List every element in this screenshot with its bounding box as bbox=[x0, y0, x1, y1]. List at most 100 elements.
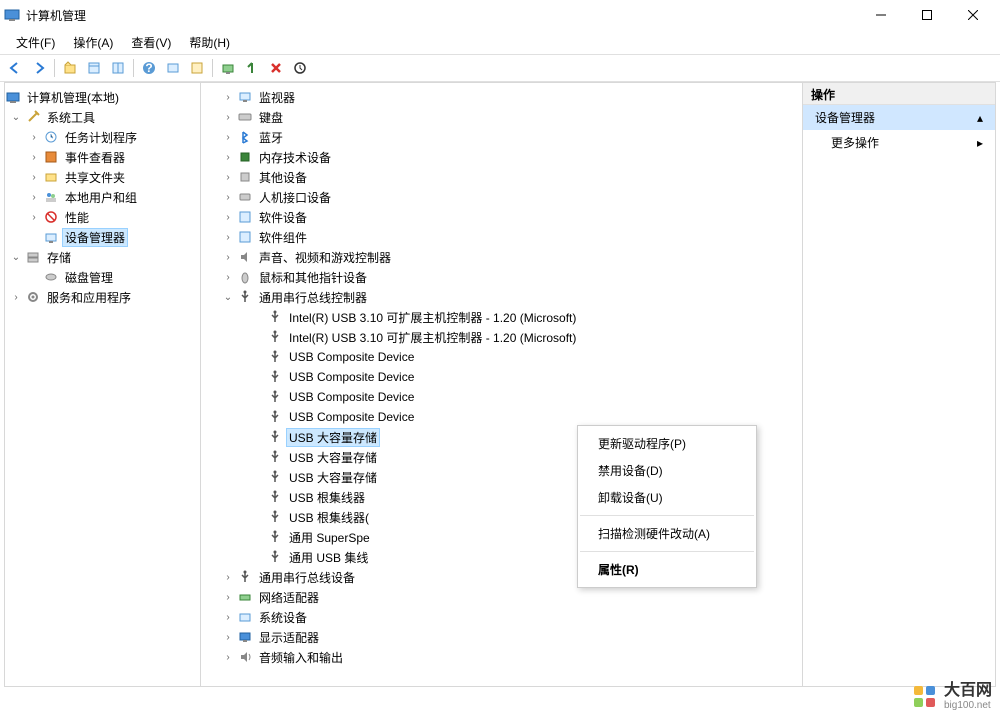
titlebar: 计算机管理 bbox=[0, 0, 1000, 30]
performance-node[interactable]: › 性能 bbox=[5, 207, 200, 227]
expander-icon[interactable]: ⌄ bbox=[9, 250, 23, 264]
device-mouse[interactable]: ›鼠标和其他指针设备 bbox=[201, 267, 802, 287]
menu-action[interactable]: 操作(A) bbox=[65, 31, 121, 54]
actions-more[interactable]: 更多操作 ▸ bbox=[803, 130, 995, 155]
actions-device-manager[interactable]: 设备管理器 ▴ bbox=[803, 105, 995, 130]
device-usb_comp1[interactable]: ·USB Composite Device bbox=[201, 347, 802, 367]
expander-icon[interactable]: ⌄ bbox=[9, 110, 23, 124]
scan-button[interactable] bbox=[217, 57, 239, 79]
expander-icon[interactable]: ⌄ bbox=[221, 290, 235, 304]
expander-icon[interactable]: › bbox=[221, 230, 235, 244]
minimize-button[interactable] bbox=[858, 0, 904, 30]
event-viewer-node[interactable]: › 事件查看器 bbox=[5, 147, 200, 167]
expander-icon[interactable]: › bbox=[221, 150, 235, 164]
menu-file[interactable]: 文件(F) bbox=[8, 31, 63, 54]
device-display[interactable]: ›显示适配器 bbox=[201, 627, 802, 647]
expander-icon[interactable]: › bbox=[221, 210, 235, 224]
computer-icon bbox=[5, 89, 21, 105]
toolbar-icon-b[interactable] bbox=[186, 57, 208, 79]
sound-icon bbox=[237, 249, 253, 265]
device-audio_io[interactable]: ›音频输入和输出 bbox=[201, 647, 802, 667]
expander-icon[interactable]: › bbox=[221, 250, 235, 264]
storage-node[interactable]: ⌄ 存储 bbox=[5, 247, 200, 267]
device-network[interactable]: ›网络适配器 bbox=[201, 587, 802, 607]
ctx-separator bbox=[580, 551, 754, 552]
device-memory[interactable]: ›内存技术设备 bbox=[201, 147, 802, 167]
expander-icon[interactable]: › bbox=[221, 630, 235, 644]
disk-management-node[interactable]: 磁盘管理 bbox=[5, 267, 200, 287]
list-button[interactable] bbox=[107, 57, 129, 79]
device-manager-node[interactable]: 设备管理器 bbox=[5, 227, 200, 247]
device-sound[interactable]: ›声音、视频和游戏控制器 bbox=[201, 247, 802, 267]
expander-icon[interactable]: › bbox=[27, 190, 41, 204]
performance-icon bbox=[43, 209, 59, 225]
device-tree[interactable]: ›监视器›键盘›蓝牙›内存技术设备›其他设备›人机接口设备›软件设备›软件组件›… bbox=[201, 83, 803, 686]
device-usb_ctrl[interactable]: ⌄通用串行总线控制器 bbox=[201, 287, 802, 307]
expander-icon[interactable]: › bbox=[221, 130, 235, 144]
refresh-button[interactable] bbox=[289, 57, 311, 79]
device-usb_intel1[interactable]: ·Intel(R) USB 3.10 可扩展主机控制器 - 1.20 (Micr… bbox=[201, 307, 802, 327]
device-bluetooth[interactable]: ›蓝牙 bbox=[201, 127, 802, 147]
expander-icon[interactable]: › bbox=[221, 90, 235, 104]
expander-icon[interactable]: › bbox=[221, 170, 235, 184]
expander-icon[interactable]: › bbox=[221, 590, 235, 604]
usb-icon bbox=[267, 449, 283, 465]
device-software_comp[interactable]: ›软件组件 bbox=[201, 227, 802, 247]
sys-icon bbox=[237, 609, 253, 625]
ctx-update-driver[interactable]: 更新驱动程序(P) bbox=[578, 430, 756, 457]
console-tree[interactable]: 计算机管理(本地) ⌄ 系统工具 › 任务计划程序 › 事件查看器 › 共享文件… bbox=[5, 83, 201, 686]
expander-icon[interactable]: › bbox=[27, 170, 41, 184]
maximize-button[interactable] bbox=[904, 0, 950, 30]
ctx-uninstall-device[interactable]: 卸载设备(U) bbox=[578, 484, 756, 511]
menubar: 文件(F) 操作(A) 查看(V) 帮助(H) bbox=[0, 30, 1000, 54]
actions-header: 操作 bbox=[803, 83, 995, 105]
close-button[interactable] bbox=[950, 0, 996, 30]
device-usb_comp2[interactable]: ·USB Composite Device bbox=[201, 367, 802, 387]
expander-icon[interactable]: › bbox=[221, 190, 235, 204]
ctx-disable-device[interactable]: 禁用设备(D) bbox=[578, 457, 756, 484]
device-software_dev[interactable]: ›软件设备 bbox=[201, 207, 802, 227]
expander-icon[interactable]: › bbox=[221, 110, 235, 124]
enable-button[interactable] bbox=[241, 57, 263, 79]
usb-icon bbox=[237, 569, 253, 585]
expander-icon[interactable]: › bbox=[221, 650, 235, 664]
app-icon bbox=[4, 7, 20, 23]
help-button[interactable]: ? bbox=[138, 57, 160, 79]
svg-text:?: ? bbox=[145, 61, 152, 75]
expander-icon[interactable]: › bbox=[221, 610, 235, 624]
device-keyboard[interactable]: ›键盘 bbox=[201, 107, 802, 127]
usb-icon bbox=[237, 289, 253, 305]
properties-button[interactable] bbox=[83, 57, 105, 79]
ctx-scan-hardware[interactable]: 扫描检测硬件改动(A) bbox=[578, 520, 756, 547]
menu-view[interactable]: 查看(V) bbox=[123, 31, 179, 54]
up-button[interactable] bbox=[59, 57, 81, 79]
expander-icon[interactable]: › bbox=[9, 290, 23, 304]
device-system[interactable]: ›系统设备 bbox=[201, 607, 802, 627]
device-usb_intel2[interactable]: ·Intel(R) USB 3.10 可扩展主机控制器 - 1.20 (Micr… bbox=[201, 327, 802, 347]
back-button[interactable] bbox=[4, 57, 26, 79]
disable-button[interactable] bbox=[265, 57, 287, 79]
root-node[interactable]: 计算机管理(本地) bbox=[5, 87, 200, 107]
device-usb_comp4[interactable]: ·USB Composite Device bbox=[201, 407, 802, 427]
expander-icon[interactable]: › bbox=[27, 130, 41, 144]
services-node[interactable]: › 服务和应用程序 bbox=[5, 287, 200, 307]
audio-icon bbox=[237, 649, 253, 665]
menu-help[interactable]: 帮助(H) bbox=[181, 31, 238, 54]
ctx-properties[interactable]: 属性(R) bbox=[578, 556, 756, 583]
toolbar-icon-a[interactable] bbox=[162, 57, 184, 79]
device-hid[interactable]: ›人机接口设备 bbox=[201, 187, 802, 207]
task-scheduler-node[interactable]: › 任务计划程序 bbox=[5, 127, 200, 147]
device-monitor[interactable]: ›监视器 bbox=[201, 87, 802, 107]
expander-icon[interactable]: › bbox=[221, 270, 235, 284]
shared-folders-node[interactable]: › 共享文件夹 bbox=[5, 167, 200, 187]
expander-icon[interactable]: › bbox=[27, 210, 41, 224]
expander-icon[interactable]: › bbox=[27, 150, 41, 164]
system-tools-node[interactable]: ⌄ 系统工具 bbox=[5, 107, 200, 127]
device-usb_comp3[interactable]: ·USB Composite Device bbox=[201, 387, 802, 407]
expander-icon[interactable]: › bbox=[221, 570, 235, 584]
storage-icon bbox=[25, 249, 41, 265]
usb-icon bbox=[267, 509, 283, 525]
device-other[interactable]: ›其他设备 bbox=[201, 167, 802, 187]
forward-button[interactable] bbox=[28, 57, 50, 79]
local-users-node[interactable]: › 本地用户和组 bbox=[5, 187, 200, 207]
